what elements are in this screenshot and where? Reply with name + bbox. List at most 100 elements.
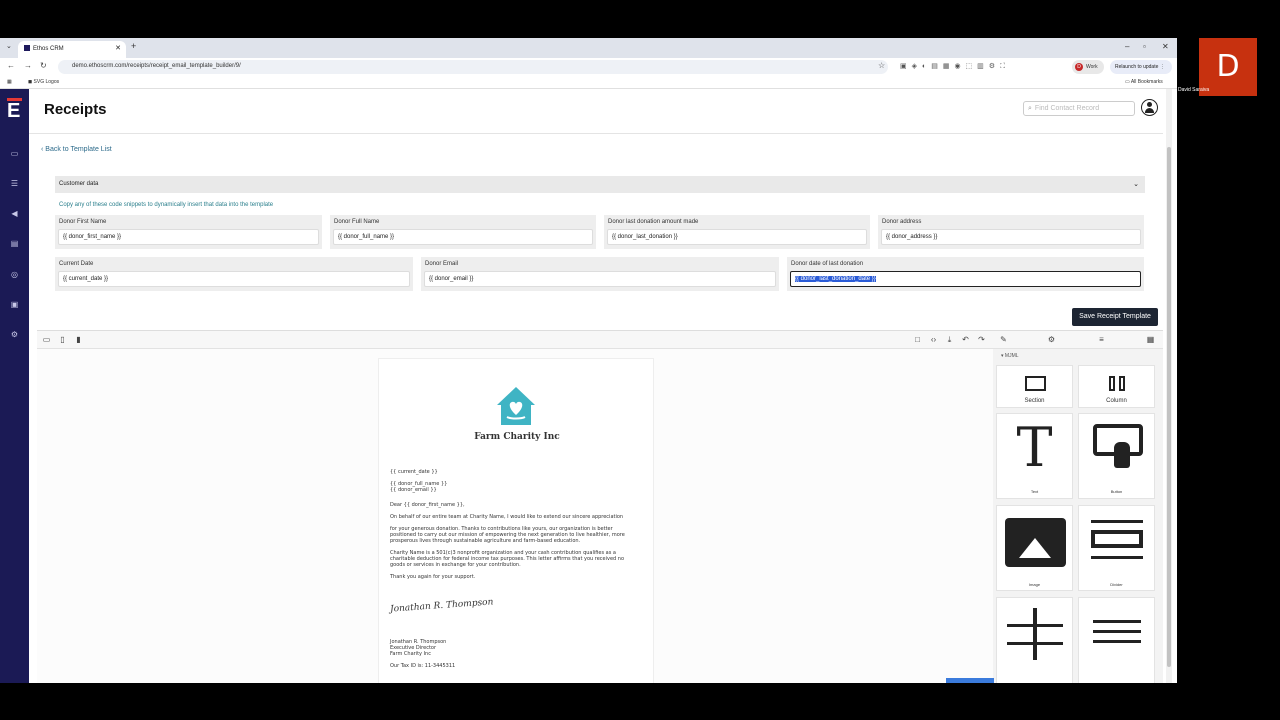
snippet-input[interactable]: {{ donor_full_name }} (333, 229, 593, 245)
field-donor-first-name: Donor First Name {{ donor_first_name }} (55, 215, 322, 249)
url-field[interactable]: demo.ethoscrm.com/receipts/receipt_email… (58, 60, 888, 74)
text-icon: T (1016, 416, 1053, 479)
email-canvas[interactable]: Farm Charity Inc {{ current_date }} {{ d… (37, 349, 993, 683)
nav-globe-icon[interactable]: ◎ (8, 270, 21, 282)
extensions-icons[interactable]: ▣◈◐▤▦◉⬚▥⚙⛶ (900, 62, 1010, 71)
profile-badge[interactable]: D Work (1072, 60, 1104, 74)
code-view-icon[interactable]: ‹› (928, 334, 939, 345)
all-bookmarks-label: All Bookmarks (1130, 79, 1163, 85)
minimize-icon[interactable]: – (1125, 42, 1129, 51)
browser-window: ⌄ Ethos CRM ✕ + – ▫ ✕ ← → ↻ demo.ethoscr… (0, 38, 1177, 683)
reload-icon[interactable]: ↻ (40, 61, 47, 70)
profile-label: Work (1086, 64, 1098, 70)
block-label: Section (1024, 398, 1045, 404)
tablet-view-icon[interactable]: ▯ (57, 334, 68, 345)
bookmark-svg-logos[interactable]: ◼ SVG Logos (28, 79, 59, 85)
receipt-letter[interactable]: Farm Charity Inc {{ current_date }} {{ d… (378, 358, 654, 683)
block-divider[interactable]: Divider (1078, 505, 1155, 591)
snippet-input[interactable]: {{ donor_address }} (881, 229, 1141, 245)
field-label: Current Date (59, 261, 94, 267)
block-navbar[interactable] (1078, 597, 1155, 683)
snippet-input-selected[interactable]: {{ donor_last_donation_date }} (790, 271, 1141, 287)
outline-toggle-icon[interactable]: □ (912, 334, 923, 345)
profile-avatar: D (1075, 63, 1083, 71)
nav-list-icon[interactable]: ☰ (8, 179, 21, 191)
maximize-icon[interactable]: ▫ (1143, 42, 1146, 51)
new-tab-icon[interactable]: + (131, 41, 136, 51)
forward-arrow-icon[interactable]: → (24, 61, 32, 70)
nav-monitor-icon[interactable]: ▣ (8, 300, 21, 312)
snippet-input[interactable]: {{ donor_last_donation }} (607, 229, 867, 245)
snippet-value: {{ donor_email }} (429, 276, 474, 282)
search-placeholder: Find Contact Record (1034, 105, 1100, 112)
crm-app: E ▭ ☰ ◀ ▤ ◎ ▣ ⚙ Receipts ⌕ Find Contact R… (0, 89, 1177, 683)
block-label: Button (1110, 489, 1123, 494)
tab-title: Ethos CRM (33, 46, 64, 52)
all-bookmarks[interactable]: ▭ All Bookmarks (1125, 79, 1163, 85)
desktop-view-icon[interactable]: ▭ (41, 334, 52, 345)
contact-search-input[interactable]: ⌕ Find Contact Record (1023, 101, 1135, 116)
snippet-value: {{ current_date }} (63, 276, 109, 282)
nav-campaign-icon[interactable]: ◀ (8, 209, 21, 221)
snippet-input[interactable]: {{ current_date }} (58, 271, 410, 287)
tax-id: Our Tax ID is: 11-3445311 (390, 663, 456, 669)
undo-icon[interactable]: ↶ (960, 334, 971, 345)
blocks-icon[interactable]: ▦ (1145, 334, 1156, 345)
block-group-mjml[interactable]: ▾ MJML (1001, 353, 1019, 359)
customer-data-accordion[interactable]: Customer data ⌄ (55, 176, 1145, 193)
mobile-view-icon[interactable]: ▮ (73, 334, 84, 345)
url-text: demo.ethoscrm.com/receipts/receipt_email… (72, 63, 241, 69)
snippet-hint: Copy any of these code snippets to dynam… (59, 202, 274, 208)
block-label: Column (1106, 398, 1127, 404)
settings-icon[interactable]: ⚙ (1046, 334, 1057, 345)
letter-paragraph-4: Thank you again for your support. (390, 574, 476, 580)
ethos-logo[interactable]: E (7, 98, 22, 121)
search-icon: ⌕ (1028, 105, 1032, 112)
back-arrow-icon[interactable]: ← (7, 61, 15, 70)
scrollbar-thumb[interactable] (1167, 147, 1171, 667)
download-icon[interactable]: ⤓ (944, 334, 955, 345)
user-account-icon[interactable] (1141, 99, 1158, 116)
apps-grid-icon[interactable]: ▦ (7, 79, 12, 85)
tab-search-icon[interactable]: ⌄ (6, 42, 12, 50)
redo-icon[interactable]: ↷ (976, 334, 987, 345)
relaunch-button[interactable]: Relaunch to update ⋮ (1110, 60, 1172, 74)
letter-greeting: Dear {{ donor_first_name }}, (390, 502, 465, 508)
bookmark-star-icon[interactable]: ☆ (878, 61, 885, 70)
page-header: Receipts ⌕ Find Contact Record (29, 89, 1163, 134)
save-receipt-template-button[interactable]: Save Receipt Template (1072, 308, 1158, 326)
snippet-value: {{ donor_full_name }} (338, 234, 395, 240)
letter-date: {{ current_date }} (390, 469, 438, 475)
block-section[interactable]: Section (996, 365, 1073, 408)
field-label: Donor Full Name (334, 219, 380, 225)
column-icon-part (1119, 376, 1125, 391)
browser-tab[interactable]: Ethos CRM ✕ (18, 41, 126, 58)
close-tab-icon[interactable]: ✕ (115, 44, 121, 52)
field-label: Donor Email (425, 261, 459, 267)
field-donor-last-donation-date: Donor date of last donation {{ donor_las… (787, 257, 1144, 291)
bookmarks-bar: ▦ ◼ SVG Logos ▭ All Bookmarks (0, 76, 1177, 89)
nav-contacts-icon[interactable]: ▭ (8, 149, 21, 161)
block-text[interactable]: T Text (996, 413, 1073, 499)
divider-icon-bottom (1091, 556, 1143, 559)
snippet-input[interactable]: {{ donor_email }} (424, 271, 776, 287)
field-label: Donor last donation amount made (608, 219, 699, 225)
accordion-title: Customer data (59, 181, 99, 187)
letter-paragraph-2c: prosperous lives through sustainable agr… (390, 538, 581, 544)
layers-icon[interactable]: ≡ (1096, 334, 1107, 345)
nav-receipts-icon[interactable]: ▤ (8, 239, 21, 251)
component-toolbar[interactable] (946, 678, 994, 683)
org-name: Farm Charity Inc (474, 432, 560, 442)
page-title: Receipts (44, 101, 107, 118)
block-spacer[interactable] (996, 597, 1073, 683)
snippet-input[interactable]: {{ donor_first_name }} (58, 229, 319, 245)
block-column[interactable]: Column (1078, 365, 1155, 408)
style-manager-icon[interactable]: ✎ (998, 334, 1009, 345)
page-scrollbar[interactable] (1166, 89, 1172, 683)
back-to-template-list-link[interactable]: ‹ Back to Template List (41, 146, 112, 153)
close-window-icon[interactable]: ✕ (1162, 42, 1169, 51)
nav-settings-icon[interactable]: ⚙ (8, 330, 21, 342)
divider-icon (1091, 520, 1143, 523)
block-button[interactable]: Button (1078, 413, 1155, 499)
block-image[interactable]: Image (996, 505, 1073, 591)
